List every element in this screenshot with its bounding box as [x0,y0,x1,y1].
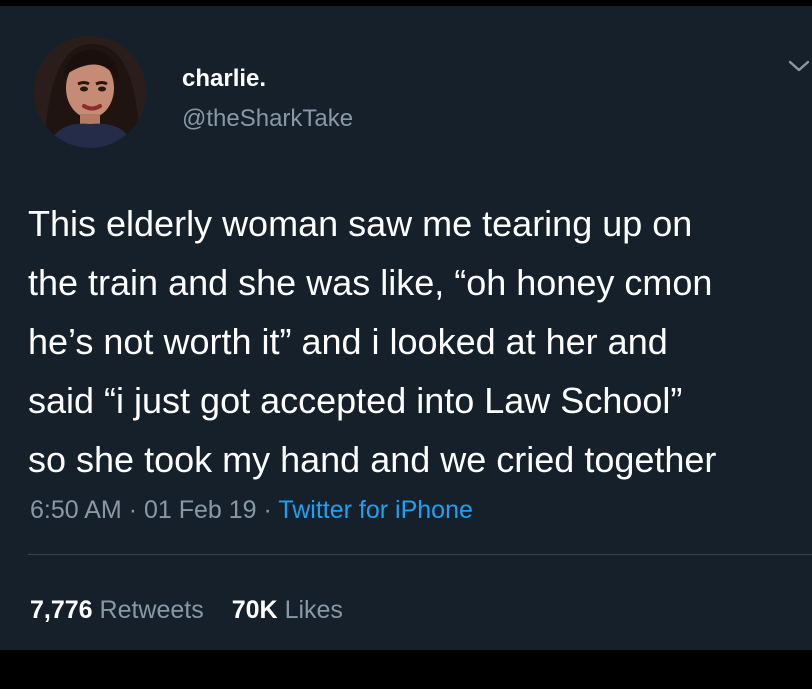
tweet-text-line: said “i just got accepted into Law Schoo… [28,380,683,421]
divider [28,554,812,555]
retweets-count: 7,776 [30,596,93,624]
likes-stat[interactable]: 70K Likes [232,596,343,624]
tweet-text-line: This elderly woman saw me tearing up on [28,203,693,244]
tweet-source-link[interactable]: Twitter for iPhone [278,496,473,524]
author-handle[interactable]: @theSharkTake [182,104,353,134]
tweet-metadata: 6:50 AM · 01 Feb 19 · Twitter for iPhone [30,494,473,526]
tweet-text-line: the train and she was like, “oh honey cm… [28,262,713,303]
likes-count: 70K [231,596,278,624]
tweet-text-line: he’s not worth it” and i looked at her a… [28,321,668,362]
tweet-date[interactable]: 01 Feb 19 [144,496,257,524]
retweets-stat[interactable]: 7,776 Retweets [30,596,204,624]
chevron-down-icon[interactable] [786,56,812,76]
author-display-name[interactable]: charlie. [182,64,266,94]
tweet-card: charlie. @theSharkTake This elderly woma… [0,6,812,650]
tweet-time[interactable]: 6:50 AM [30,496,122,524]
meta-separator: · [128,496,138,524]
meta-separator: · [263,496,272,524]
avatar-image [34,36,146,148]
tweet-text: This elderly woman saw me tearing up on … [28,194,808,489]
likes-label: Likes [284,596,343,624]
tweet-stats: 7,776 Retweets 70K Likes [30,594,343,626]
avatar[interactable] [34,36,146,148]
retweets-label: Retweets [99,596,204,624]
tweet-text-line: so she took my hand and we cried togethe… [28,439,717,480]
